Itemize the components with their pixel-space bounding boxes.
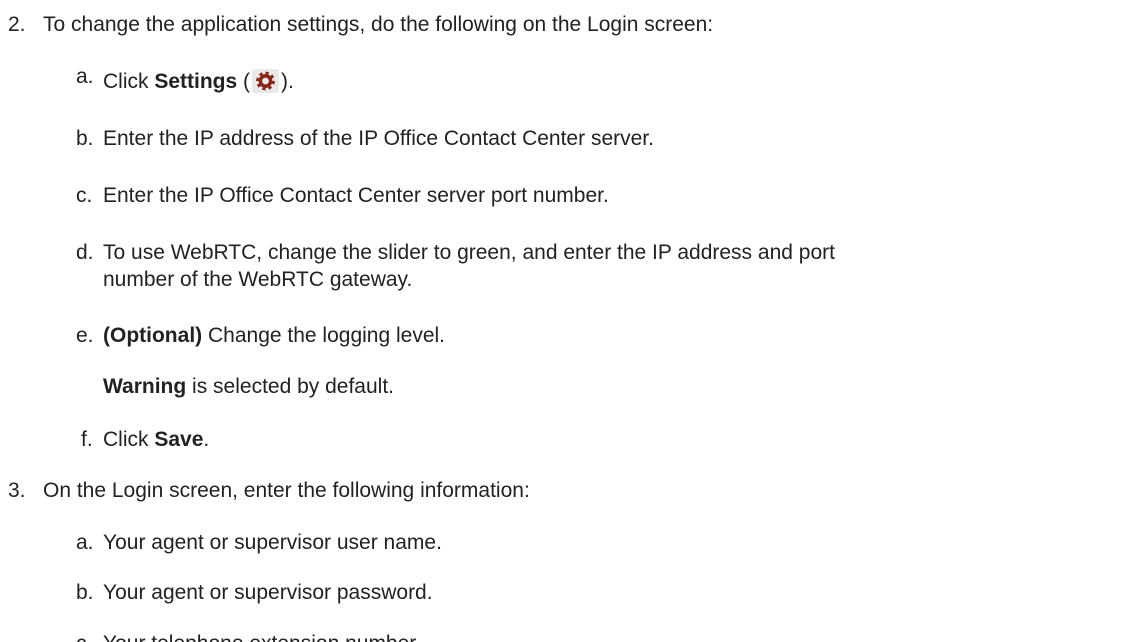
substep-marker: a. bbox=[76, 65, 94, 88]
substep-text: Click Save. bbox=[103, 428, 210, 451]
substep-text: (Optional) Change the logging level. bbox=[103, 324, 445, 347]
substep-marker: e. bbox=[76, 324, 94, 347]
substep-text-line1: To use WebRTC, change the slider to gree… bbox=[103, 241, 835, 264]
step-text: To change the application settings, do t… bbox=[43, 13, 714, 36]
substep-note: Warning is selected by default. bbox=[103, 375, 395, 398]
optional-label: (Optional) bbox=[103, 324, 203, 347]
warning-label: Warning bbox=[103, 375, 187, 398]
step-number: 3. bbox=[8, 479, 26, 502]
substep-text: Enter the IP Office Contact Center serve… bbox=[103, 184, 609, 207]
save-label: Save bbox=[154, 428, 204, 451]
substep-marker: b. bbox=[76, 127, 94, 150]
substep-marker: c. bbox=[76, 184, 93, 207]
substep-marker: f. bbox=[81, 428, 93, 451]
instruction-document: 2. To change the application settings, d… bbox=[0, 0, 1145, 642]
substep-text: Your agent or supervisor user name. bbox=[103, 531, 442, 554]
substep-marker: a. bbox=[76, 531, 94, 554]
step-text: On the Login screen, enter the following… bbox=[43, 479, 530, 502]
substep-text-line2: number of the WebRTC gateway. bbox=[103, 268, 413, 291]
substep-text: Enter the IP address of the IP Office Co… bbox=[103, 127, 654, 150]
settings-label: Settings bbox=[154, 70, 238, 93]
substep-marker: d. bbox=[76, 241, 94, 264]
substep-text: Click Settings (). bbox=[103, 69, 294, 93]
substep-marker: b. bbox=[76, 581, 94, 604]
gear-icon bbox=[252, 69, 280, 93]
substep-text: Your telephone extension number. bbox=[103, 630, 421, 642]
substep-marker: c. bbox=[76, 630, 92, 642]
step-number: 2. bbox=[8, 13, 26, 36]
substep-text: Your agent or supervisor password. bbox=[103, 581, 433, 604]
